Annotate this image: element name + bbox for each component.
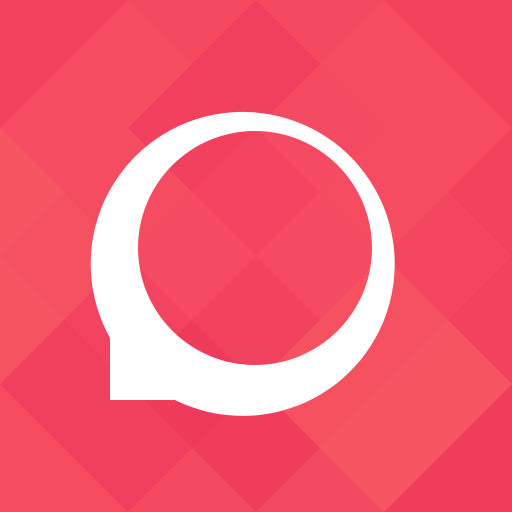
diamond-background-pattern: [0, 0, 512, 512]
app-icon: [0, 0, 512, 512]
app-icon-canvas: [0, 0, 512, 512]
